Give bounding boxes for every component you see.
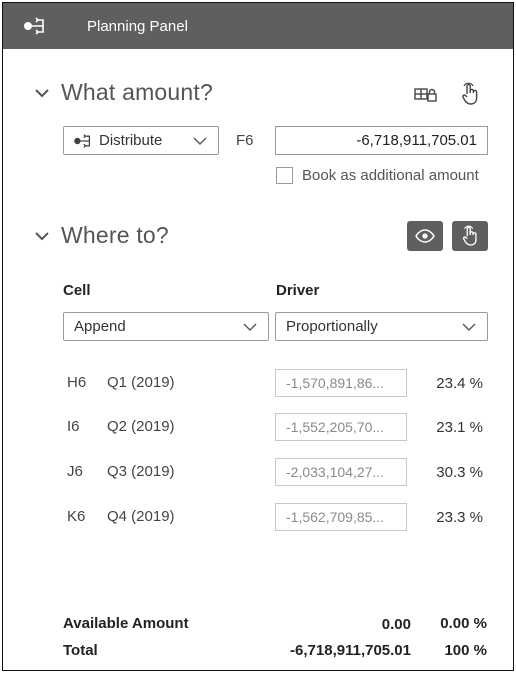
- chevron-down-icon: [462, 323, 476, 331]
- row-cell-ref: H6: [67, 374, 87, 391]
- row-percentage: 23.1 %: [436, 419, 483, 436]
- row-period: Q3 (2019): [107, 463, 175, 480]
- row-cell-ref: J6: [67, 463, 83, 480]
- row-cell-ref: K6: [67, 508, 86, 525]
- cell-mode-label: Append: [74, 318, 126, 335]
- row-value-input[interactable]: [275, 503, 407, 531]
- chevron-down-icon: [35, 88, 49, 97]
- driver-mode-label: Proportionally: [286, 318, 378, 335]
- eye-icon: [415, 229, 435, 243]
- what-amount-section-toggle[interactable]: What amount?: [33, 79, 213, 106]
- available-amount-pct: 0.00 %: [440, 615, 487, 632]
- panel-header: Planning Panel: [3, 3, 513, 49]
- available-amount-value: 0.00: [381, 616, 411, 633]
- book-additional-label: Book as additional amount: [302, 167, 479, 184]
- hand-pointer-icon[interactable]: [457, 81, 483, 107]
- method-label: Distribute: [99, 132, 163, 149]
- where-to-section-toggle[interactable]: Where to?: [33, 222, 169, 249]
- book-additional-checkbox[interactable]: [276, 167, 293, 184]
- row-period: Q4 (2019): [107, 508, 175, 525]
- row-cell-ref: I6: [67, 418, 80, 435]
- amount-input[interactable]: [275, 126, 488, 155]
- total-pct: 100 %: [444, 642, 487, 659]
- chevron-down-icon: [243, 323, 257, 331]
- row-value-input[interactable]: [275, 413, 407, 441]
- distribute-icon: [23, 16, 47, 36]
- row-percentage: 30.3 %: [436, 464, 483, 481]
- chevron-down-icon: [35, 231, 49, 240]
- select-target-button[interactable]: [452, 221, 488, 251]
- source-cell-ref: F6: [236, 132, 254, 149]
- row-value-input[interactable]: [275, 458, 407, 486]
- row-percentage: 23.4 %: [436, 375, 483, 392]
- chevron-down-icon: [193, 137, 207, 145]
- preview-button[interactable]: [407, 221, 443, 251]
- total-label: Total: [63, 642, 98, 659]
- cell-column-header: Cell: [63, 282, 91, 299]
- available-amount-label: Available Amount: [63, 615, 189, 632]
- lock-cells-icon[interactable]: [413, 81, 439, 107]
- planning-panel: Planning Panel What amount? Distribute F…: [2, 2, 514, 671]
- hand-pointer-icon: [463, 225, 477, 246]
- driver-column-header: Driver: [276, 282, 320, 299]
- panel-title: Planning Panel: [87, 18, 188, 35]
- where-to-title: Where to?: [61, 222, 169, 248]
- method-dropdown[interactable]: Distribute: [63, 126, 219, 155]
- row-percentage: 23.3 %: [436, 509, 483, 526]
- distribute-icon: [74, 133, 91, 148]
- row-period: Q2 (2019): [107, 418, 175, 435]
- cell-mode-dropdown[interactable]: Append: [63, 312, 269, 341]
- total-value: -6,718,911,705.01: [290, 642, 411, 659]
- driver-mode-dropdown[interactable]: Proportionally: [275, 312, 488, 341]
- row-value-input[interactable]: [275, 369, 407, 397]
- what-amount-title: What amount?: [61, 79, 213, 105]
- row-period: Q1 (2019): [107, 374, 175, 391]
